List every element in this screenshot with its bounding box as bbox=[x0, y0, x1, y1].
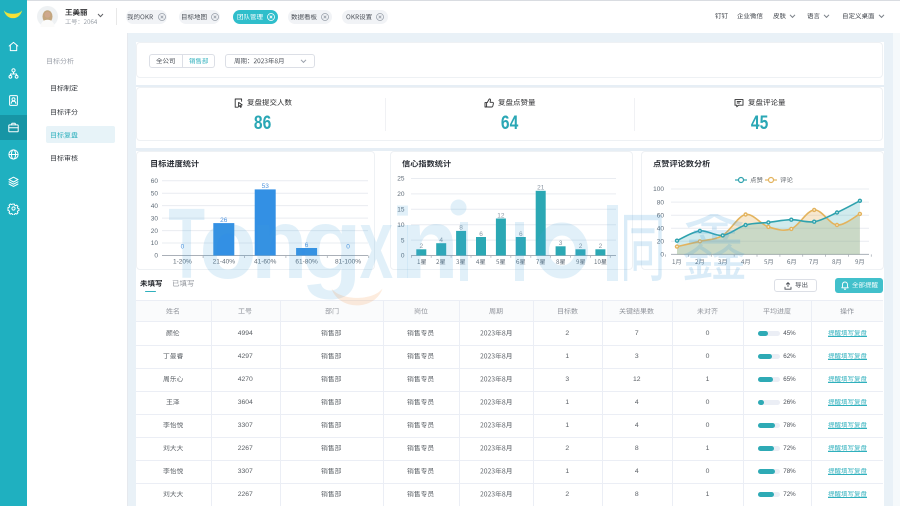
svg-text:100: 100 bbox=[653, 186, 664, 193]
svg-text:15: 15 bbox=[397, 207, 405, 214]
svg-text:60: 60 bbox=[657, 212, 665, 219]
svg-text:0: 0 bbox=[401, 253, 405, 260]
svg-text:6: 6 bbox=[479, 231, 483, 238]
svg-text:61-80%: 61-80% bbox=[295, 259, 318, 266]
svg-text:20: 20 bbox=[657, 239, 665, 246]
svg-text:4: 4 bbox=[439, 237, 443, 244]
svg-text:2: 2 bbox=[419, 243, 423, 250]
svg-text:0: 0 bbox=[154, 253, 158, 260]
svg-text:41-60%: 41-60% bbox=[254, 259, 277, 266]
svg-text:2: 2 bbox=[599, 243, 603, 250]
svg-text:21-40%: 21-40% bbox=[213, 259, 236, 266]
svg-text:10: 10 bbox=[151, 240, 159, 247]
svg-text:1-20%: 1-20% bbox=[173, 259, 192, 266]
svg-text:81-100%: 81-100% bbox=[335, 259, 361, 266]
svg-text:5: 5 bbox=[401, 237, 405, 244]
svg-text:40: 40 bbox=[151, 203, 159, 210]
svg-text:8: 8 bbox=[459, 225, 463, 232]
svg-text:2: 2 bbox=[579, 243, 583, 250]
svg-text:60: 60 bbox=[151, 178, 159, 185]
svg-text:20: 20 bbox=[151, 228, 159, 235]
svg-text:80: 80 bbox=[657, 199, 665, 206]
svg-text:3: 3 bbox=[559, 240, 563, 247]
svg-text:0: 0 bbox=[346, 244, 350, 251]
svg-text:25: 25 bbox=[397, 176, 405, 183]
svg-text:26: 26 bbox=[220, 217, 228, 224]
svg-text:6: 6 bbox=[305, 242, 309, 249]
svg-text:0: 0 bbox=[181, 244, 185, 251]
svg-text:20: 20 bbox=[397, 191, 405, 198]
svg-text:12: 12 bbox=[497, 212, 505, 219]
svg-text:10: 10 bbox=[397, 222, 405, 229]
svg-text:0: 0 bbox=[660, 252, 664, 259]
svg-text:6: 6 bbox=[519, 231, 523, 238]
svg-text:40: 40 bbox=[657, 225, 665, 232]
svg-text:50: 50 bbox=[151, 190, 159, 197]
svg-text:53: 53 bbox=[262, 183, 270, 190]
svg-text:21: 21 bbox=[537, 185, 545, 192]
svg-text:30: 30 bbox=[151, 215, 159, 222]
